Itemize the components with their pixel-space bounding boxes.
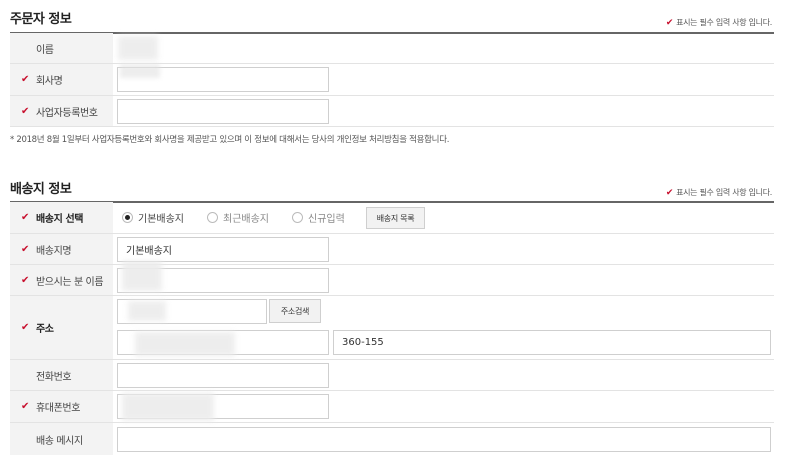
orderer-company-label: ✔ 회사명 xyxy=(10,64,113,95)
shipping-select-label: ✔ 배송지 선택 xyxy=(10,202,113,233)
orderer-required-note-text: 표시는 필수 입력 사항 입니다. xyxy=(676,18,772,27)
address-label: ✔ 주소 xyxy=(10,296,113,359)
recipient-label-text: 받으시는 분 이름 xyxy=(36,276,104,288)
shipping-section-title: 배송지 정보 xyxy=(10,182,72,197)
phone-label-text: 전화번호 xyxy=(36,371,72,383)
address-list-button[interactable]: 배송지 목록 xyxy=(366,207,425,229)
phone-input[interactable] xyxy=(117,363,329,388)
orderer-form: 이름 ✔ 회사명 ✔ 사업자등록번호 xyxy=(10,33,774,127)
shipping-select-label-text: 배송지 선택 xyxy=(36,214,84,225)
checkmark-icon: ✔ xyxy=(21,105,29,117)
checkmark-icon: ✔ xyxy=(665,18,674,28)
address-row: ✔ 주소 주소검색 360-155 xyxy=(10,296,774,360)
orderer-bizno-label-text: 사업자등록번호 xyxy=(36,107,98,119)
orderer-required-note: ✔ 표시는 필수 입력 사항 입니다. xyxy=(666,17,772,28)
radio-default-label: 기본배송지 xyxy=(138,214,184,225)
radio-recent-label: 최근배송지 xyxy=(223,214,269,225)
radio-new-address[interactable]: 신규입력 xyxy=(292,202,345,233)
checkmark-icon: ✔ xyxy=(21,212,29,223)
radio-empty-icon xyxy=(207,212,218,223)
orderer-company-label-text: 회사명 xyxy=(36,76,63,87)
address-detail-input[interactable]: 360-155 xyxy=(333,330,771,355)
recipient-label: ✔ 받으시는 분 이름 xyxy=(10,265,113,295)
checkmark-icon: ✔ xyxy=(21,322,29,333)
mobile-label-text: 휴대폰번호 xyxy=(36,403,81,414)
privacy-notice: * 2018년 8월 1일부터 사업자등록번호와 회사명을 제공받고 있으며 이… xyxy=(10,135,450,145)
mobile-row: ✔ 휴대폰번호 xyxy=(10,391,774,423)
biz-no-input[interactable] xyxy=(117,99,329,124)
zipcode-redacted xyxy=(128,301,166,321)
radio-selected-icon xyxy=(122,212,133,223)
radio-empty-icon xyxy=(292,212,303,223)
shipping-name-label-text: 배송지명 xyxy=(36,245,72,257)
address-search-button[interactable]: 주소검색 xyxy=(269,299,321,323)
checkmark-icon: ✔ xyxy=(21,74,29,85)
shipping-form: ✔ 배송지 선택 기본배송지 최근배송지 신규입력 배송지 목록 ✔ 배송지명 기본… xyxy=(10,202,774,455)
message-input[interactable] xyxy=(117,427,771,452)
mobile-label: ✔ 휴대폰번호 xyxy=(10,391,113,422)
shipping-name-input[interactable]: 기본배송지 xyxy=(117,237,329,262)
shipping-name-label: ✔ 배송지명 xyxy=(10,234,113,264)
address-label-text: 주소 xyxy=(36,324,54,335)
recipient-row: ✔ 받으시는 분 이름 xyxy=(10,261,774,296)
orderer-section-title: 주문자 정보 xyxy=(10,12,72,27)
message-label-text: 배송 메시지 xyxy=(36,435,83,447)
orderer-name-row: 이름 xyxy=(10,33,774,64)
orderer-bizno-row: ✔ 사업자등록번호 xyxy=(10,96,774,127)
phone-label: 전화번호 xyxy=(10,360,113,390)
message-label: 배송 메시지 xyxy=(10,423,113,455)
phone-row: 전화번호 xyxy=(10,360,774,391)
radio-new-label: 신규입력 xyxy=(308,214,345,225)
message-row: 배송 메시지 xyxy=(10,423,774,455)
company-redacted xyxy=(120,64,160,78)
checkmark-icon: ✔ xyxy=(21,243,29,255)
orderer-name-label-text: 이름 xyxy=(36,44,54,56)
checkmark-icon: ✔ xyxy=(21,401,29,412)
shipping-required-note: ✔ 표시는 필수 입력 사항 입니다. xyxy=(666,187,772,198)
checkmark-icon: ✔ xyxy=(665,188,674,198)
shipping-required-note-text: 표시는 필수 입력 사항 입니다. xyxy=(676,188,772,197)
shipping-select-row: ✔ 배송지 선택 기본배송지 최근배송지 신규입력 배송지 목록 xyxy=(10,202,774,234)
address-redacted xyxy=(135,332,235,356)
orderer-company-row: ✔ 회사명 xyxy=(10,64,774,96)
orderer-bizno-label: ✔ 사업자등록번호 xyxy=(10,96,113,126)
mobile-redacted xyxy=(122,393,214,421)
recipient-redacted xyxy=(122,261,162,291)
checkmark-icon: ✔ xyxy=(21,274,29,286)
radio-default-address[interactable]: 기본배송지 xyxy=(122,202,184,233)
radio-recent-address[interactable]: 최근배송지 xyxy=(207,202,269,233)
orderer-name-label: 이름 xyxy=(10,33,113,63)
orderer-name-redacted xyxy=(118,36,158,60)
